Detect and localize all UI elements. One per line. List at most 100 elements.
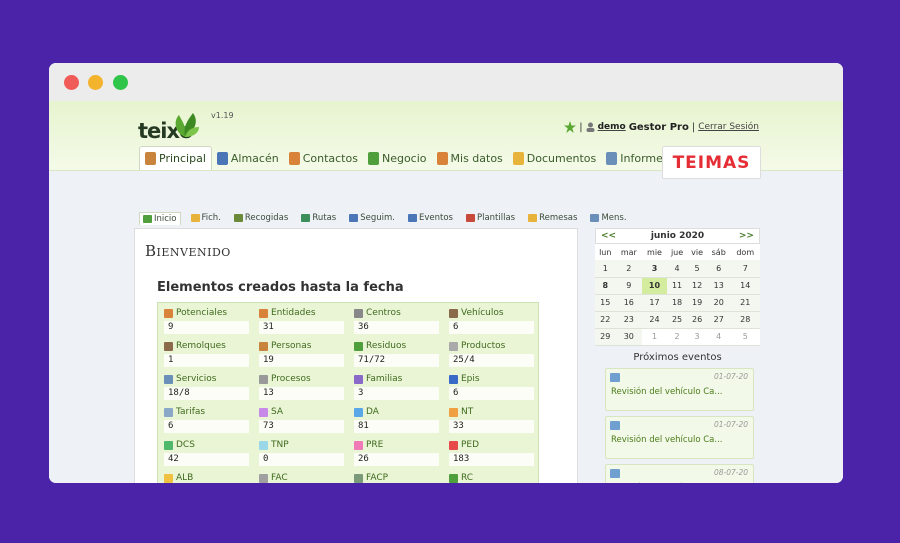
calendar-day[interactable]: 26	[687, 311, 707, 329]
calendar-day[interactable]: 4	[706, 328, 731, 346]
stat-icon	[449, 308, 458, 318]
calendar-day[interactable]: 5	[687, 260, 707, 278]
calendar-day[interactable]: 19	[687, 294, 707, 312]
calendar-day[interactable]: 3	[687, 328, 707, 346]
stat-tarifas[interactable]: Tarifas 6	[158, 404, 253, 437]
calendar-day[interactable]: 4	[666, 260, 688, 278]
stat-name: FACP	[366, 473, 389, 483]
calendar-day[interactable]: 1	[595, 260, 616, 278]
stat-da[interactable]: DA 81	[348, 404, 443, 437]
stat-label: PED	[449, 440, 534, 450]
stat-alb[interactable]: ALB83	[158, 470, 253, 483]
calendar-month: junio 2020	[650, 231, 705, 241]
calendar-day[interactable]: 2	[615, 260, 643, 278]
calendar-day[interactable]: 12	[687, 277, 707, 295]
stat-nt[interactable]: NT 33	[443, 404, 538, 437]
subnav-eventos[interactable]: Eventos	[405, 212, 456, 224]
calendar-day[interactable]: 13	[706, 277, 731, 295]
calendar-day[interactable]: 24	[642, 311, 667, 329]
weekday-label: mar	[620, 247, 637, 257]
calendar-day[interactable]: 17	[642, 294, 667, 312]
book-icon	[216, 151, 228, 165]
calendar-day[interactable]: 14	[730, 277, 760, 295]
stat-pre[interactable]: PRE 26	[348, 437, 443, 470]
stat-name: PED	[461, 440, 480, 450]
stat-residuos[interactable]: Residuos 71/72	[348, 338, 443, 371]
subnav-rutas[interactable]: Rutas	[298, 212, 339, 224]
calendar-day[interactable]: 9	[615, 277, 643, 295]
tab-principal[interactable]: Principal	[139, 146, 212, 170]
stat-ped[interactable]: PED 183	[443, 437, 538, 470]
subnav-inicio[interactable]: Inicio	[139, 211, 181, 225]
logout-link[interactable]: Cerrar Sesión	[698, 122, 759, 132]
minimize-window-button[interactable]	[88, 75, 103, 90]
username-link[interactable]: demo	[598, 122, 626, 132]
stat-productos[interactable]: Productos 25/4	[443, 338, 538, 371]
subnav-plantillas[interactable]: Plantillas	[463, 212, 518, 224]
calendar-day[interactable]: 20	[706, 294, 731, 312]
subnav-seguim[interactable]: Seguim.	[346, 212, 398, 224]
calendar-day[interactable]: 8	[595, 277, 616, 295]
calendar-day[interactable]: 25	[666, 311, 688, 329]
calendar-day[interactable]: 30	[615, 328, 643, 346]
subnav-remesas[interactable]: Remesas	[525, 212, 580, 224]
stat-facp[interactable]: FACP1	[348, 470, 443, 483]
calendar-day[interactable]: 5	[730, 328, 760, 346]
calendar-day[interactable]: 15	[595, 294, 616, 312]
stat-centros[interactable]: Centros 36	[348, 305, 443, 338]
stat-value: 81	[354, 420, 439, 433]
stat-sa[interactable]: SA 73	[253, 404, 348, 437]
close-window-button[interactable]	[64, 75, 79, 90]
calendar-day[interactable]: 29	[595, 328, 616, 346]
calendar-day[interactable]: 27	[706, 311, 731, 329]
subnav-recogidas[interactable]: Recogidas	[231, 212, 291, 224]
event-text[interactable]: Revisión del vehículo Ca...	[611, 387, 723, 397]
stat-epis[interactable]: Epis 6	[443, 371, 538, 404]
calendar-day[interactable]: 7	[730, 260, 760, 278]
event-item[interactable]: 01-07-20 Revisión del vehículo Ca...	[605, 367, 754, 411]
calendar-day[interactable]: 2	[666, 328, 688, 346]
calendar-day[interactable]: 18	[666, 294, 688, 312]
calendar-day[interactable]: 28	[730, 311, 760, 329]
calendar-day[interactable]: 6	[706, 260, 731, 278]
tab-negocio[interactable]: Negocio	[363, 146, 432, 170]
tab-contactos[interactable]: Contactos	[284, 146, 363, 170]
weekday-label: sáb	[711, 247, 726, 257]
event-text[interactable]: Revisión del tacógrafo d...	[611, 483, 722, 484]
tab-almacén[interactable]: Almacén	[212, 146, 284, 170]
stat-remolques[interactable]: Remolques 1	[158, 338, 253, 371]
calendar-day[interactable]: 10	[642, 277, 667, 295]
stat-fac[interactable]: FAC39	[253, 470, 348, 483]
event-item[interactable]: 08-07-20 Revisión del tacógrafo d...	[605, 463, 754, 484]
stat-familias[interactable]: Familias 3	[348, 371, 443, 404]
calendar-day[interactable]: 22	[595, 311, 616, 329]
calendar-day[interactable]: 11	[666, 277, 688, 295]
subnav-fich[interactable]: Fich.	[188, 212, 224, 224]
event-text[interactable]: Revisión del vehículo Ca...	[611, 435, 723, 445]
calendar-day[interactable]: 1	[642, 328, 667, 346]
calendar-day[interactable]: 16	[615, 294, 643, 312]
stat-procesos[interactable]: Procesos 13	[253, 371, 348, 404]
stat-vehculos[interactable]: Vehículos 6	[443, 305, 538, 338]
maximize-window-button[interactable]	[113, 75, 128, 90]
calendar-next-button[interactable]: >>	[739, 231, 754, 241]
calendar-prev-button[interactable]: <<	[601, 231, 616, 241]
stat-servicios[interactable]: Servicios 18/8	[158, 371, 253, 404]
subnav-label: Eventos	[418, 213, 453, 223]
tab-documentos[interactable]: Documentos	[508, 146, 601, 170]
tab-mis-datos[interactable]: Mis datos	[432, 146, 508, 170]
stat-name: Productos	[461, 341, 506, 351]
star-icon[interactable]	[564, 121, 577, 133]
subnav-label: Mens.	[601, 213, 627, 223]
calendar-day[interactable]: 23	[615, 311, 643, 329]
stat-entidades[interactable]: Entidades 31	[253, 305, 348, 338]
calendar-day[interactable]: 21	[730, 294, 760, 312]
stat-potenciales[interactable]: Potenciales 9	[158, 305, 253, 338]
stat-personas[interactable]: Personas 19	[253, 338, 348, 371]
calendar-day[interactable]: 3	[642, 260, 667, 278]
stat-dcs[interactable]: DCS 42	[158, 437, 253, 470]
stat-rc[interactable]: RC3	[443, 470, 538, 483]
stat-tnp[interactable]: TNP 0	[253, 437, 348, 470]
subnav-mens[interactable]: Mens.	[587, 212, 629, 224]
event-item[interactable]: 01-07-20 Revisión del vehículo Ca...	[605, 415, 754, 459]
